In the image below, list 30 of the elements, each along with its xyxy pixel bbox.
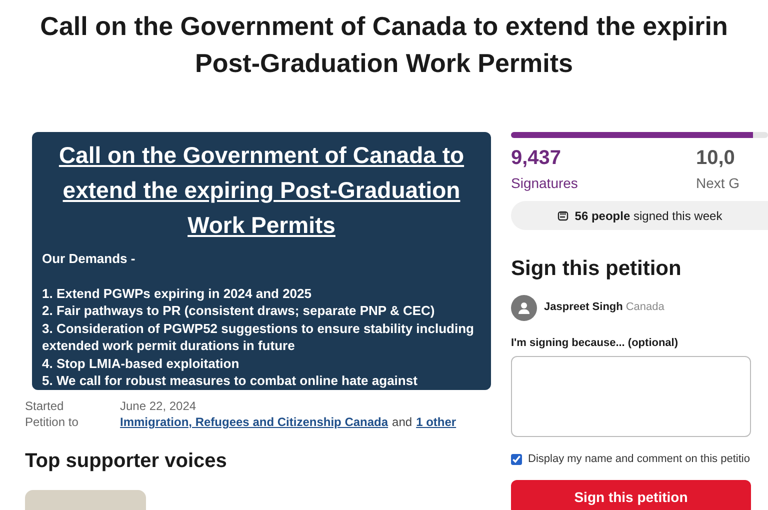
petition-to-label: Petition to — [25, 414, 80, 430]
display-label: Display my name and comment on this petitio — [528, 452, 750, 467]
user-country: Canada — [626, 300, 664, 316]
signature-count: 9,437 — [511, 146, 562, 171]
goal-count: 10,0 — [696, 146, 736, 171]
joiner-text: and — [392, 414, 412, 430]
section-heading: Top supporter voices — [25, 449, 228, 474]
sign-button[interactable]: Sign this petition — [511, 480, 751, 510]
poster-subheading: Our Demands - — [42, 250, 136, 268]
weekly-text: 56 people signed this week — [574, 208, 722, 224]
reason-field[interactable] — [511, 356, 751, 437]
other-recipients-link[interactable]: 1 other — [416, 414, 456, 430]
goal-label: Next G — [696, 174, 741, 193]
poster-heading: Call on the Government of Canada to extend the expiring Post-Graduation Work Permits — [58, 141, 466, 240]
display-checkbox[interactable] — [511, 454, 522, 465]
avatar-icon — [511, 294, 537, 320]
demand-item: 1. Extend PGWPs expiring in 2024 and 2025 — [42, 284, 312, 302]
demand-item: 3. Consideration of PGWP52 suggestions to ensure stability including extended work permit durations in future — [42, 320, 475, 354]
started-label: Started — [25, 398, 65, 414]
reason-label: I'm signing because... (optional) — [511, 336, 680, 350]
signatures-label: Signatures — [511, 174, 579, 193]
demand-item: 4. Stop LMIA-based exploitation — [42, 354, 240, 372]
sign-heading: Sign this petition — [511, 256, 682, 282]
petition-title: Post-Graduation Work Permits — [194, 47, 574, 80]
demand-item: 5. We call for robust measures to combat online hate against — [42, 372, 418, 390]
user-name: Jaspreet Singh — [544, 300, 623, 316]
petition-title: Call on the Government of Canada to extend the expirin — [40, 10, 728, 43]
recipient-link[interactable]: Immigration, Refugees and Citizenship Canada — [120, 414, 388, 430]
started-date: June 22, 2024 — [120, 398, 198, 414]
demand-item: 2. Fair pathways to PR (consistent draws; separate PNP & CEC) — [42, 302, 436, 320]
